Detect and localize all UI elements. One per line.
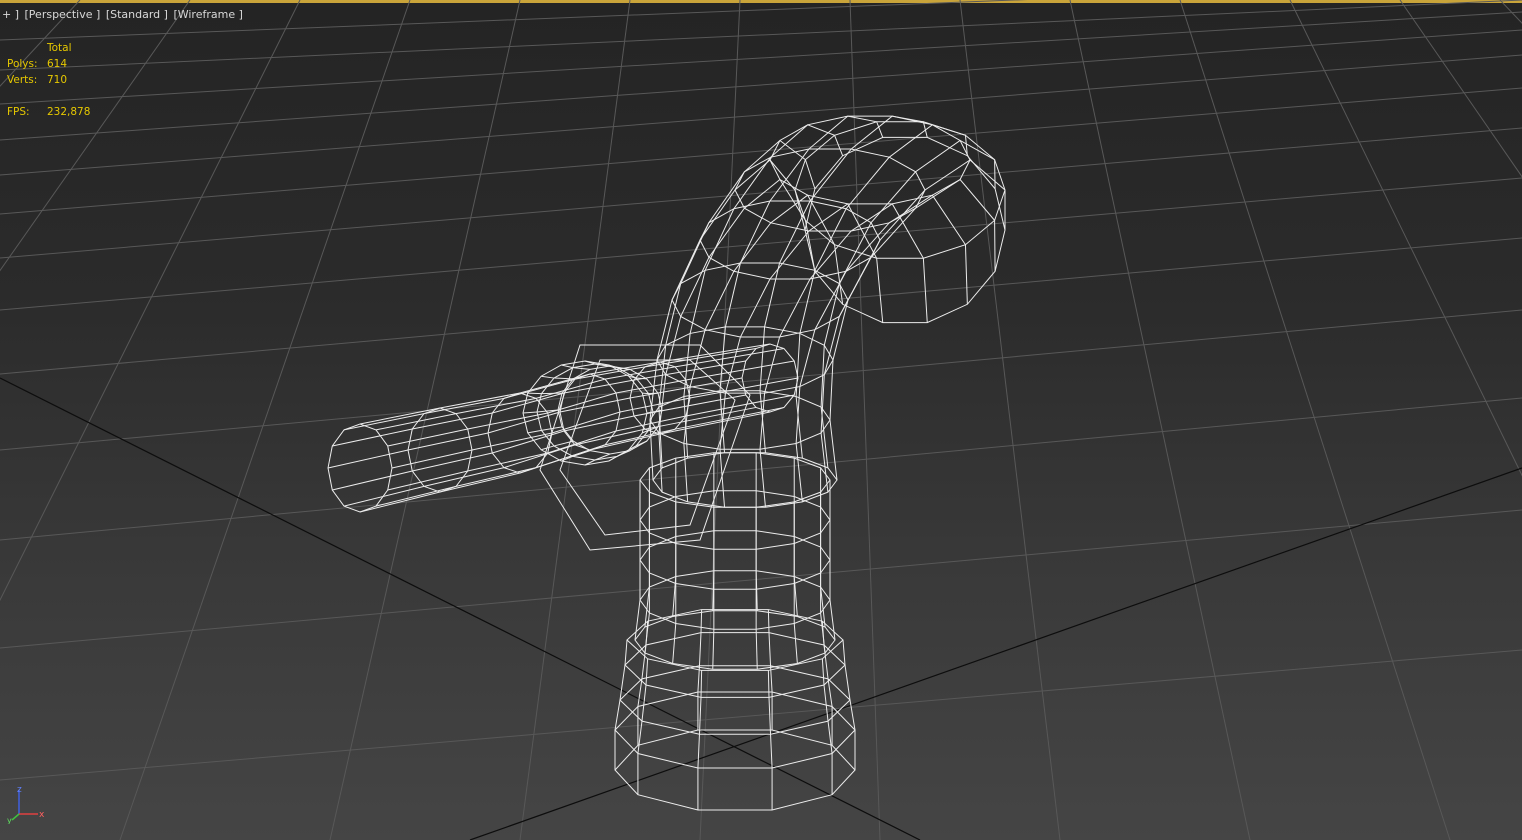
grid-line: [0, 11, 1522, 105]
grid-line: [0, 177, 1522, 311]
grid-line: [1399, 0, 1522, 178]
viewport-display-mode-menu[interactable]: [Wireframe ]: [173, 8, 242, 21]
viewport-label-menu: + ] [Perspective ] [Standard ] [Wirefram…: [2, 8, 245, 21]
faucet-spout-edge: [759, 115, 928, 453]
faucet-handle-ring: [327, 423, 393, 513]
grid-line: [1179, 0, 1451, 840]
faucet-base-ring: [626, 609, 844, 671]
faucet-spout-ring: [649, 390, 831, 450]
perspective-viewport[interactable]: + ] [Perspective ] [Standard ] [Wirefram…: [0, 0, 1522, 840]
polys-label: Polys:: [7, 58, 38, 70]
grid-line: [0, 0, 81, 87]
axis-x-label: x: [39, 810, 45, 820]
axis-y-line: [11, 813, 20, 821]
faucet-handle-edge: [343, 348, 757, 431]
grid-line: [0, 29, 1522, 141]
world-axis-x: [0, 377, 921, 840]
faucet-spout-edge: [829, 159, 1006, 481]
axis-y-label: y: [7, 816, 12, 824]
axis-tripod-icon: z x y: [7, 785, 45, 824]
verts-value: 710: [47, 74, 68, 86]
faucet-wireframe[interactable]: [327, 115, 1006, 811]
viewport-statistics: Total Polys: 614 Verts: 710 FPS: 232,878: [7, 40, 90, 120]
stats-header: Total: [47, 42, 72, 54]
faucet-handle-edge: [391, 377, 799, 469]
faucet-collar-edge: [527, 392, 562, 395]
grid-line: [0, 0, 191, 272]
world-axis-lines: [0, 377, 1522, 840]
viewport-general-menu[interactable]: + ]: [2, 8, 19, 21]
faucet-base-edge: [697, 670, 703, 810]
grid-line: [959, 0, 1061, 840]
faucet-body-edge: [829, 480, 836, 641]
faucet-body-edge: [634, 480, 641, 641]
faucet-collar-edge: [642, 392, 659, 395]
fps-label: FPS:: [7, 106, 30, 118]
faucet-handle-ring: [407, 407, 473, 493]
faucet-body-ring: [639, 570, 831, 630]
viewport-point-of-view-menu[interactable]: [Perspective ]: [25, 8, 101, 21]
faucet-handle-ring: [559, 373, 621, 451]
grid-line: [1499, 0, 1522, 24]
grid-line: [0, 0, 301, 602]
faucet-base-edge: [767, 670, 773, 810]
faucet-base-ring: [624, 632, 846, 698]
faucet-collar-edge: [628, 440, 647, 451]
fps-value: 232,878: [47, 106, 91, 118]
grid-line: [119, 0, 411, 840]
grid-line: [0, 509, 1522, 649]
faucet-base-ring: [614, 729, 856, 811]
axis-z-label: z: [17, 785, 22, 795]
verts-label: Verts:: [7, 74, 38, 86]
faucet-base-ring: [619, 665, 851, 735]
faucet-spout-edge: [795, 194, 968, 502]
faucet-body-ring: [639, 530, 831, 590]
viewport-scene[interactable]: [0, 0, 1522, 840]
grid-line: [1069, 0, 1251, 840]
faucet-spout-edge: [719, 115, 884, 453]
faucet-body-edge: [712, 452, 715, 611]
polys-value: 614: [47, 58, 68, 70]
grid-line: [0, 397, 1522, 541]
faucet-spout-ring: [769, 115, 971, 205]
home-grid: [0, 0, 1522, 840]
faucet-body-edge: [755, 452, 758, 611]
faucet-spout-ring: [652, 452, 838, 508]
grid-line: [0, 127, 1522, 259]
faucet-body-ring: [639, 452, 831, 508]
viewport-shading-standard-menu[interactable]: [Standard ]: [106, 8, 168, 21]
